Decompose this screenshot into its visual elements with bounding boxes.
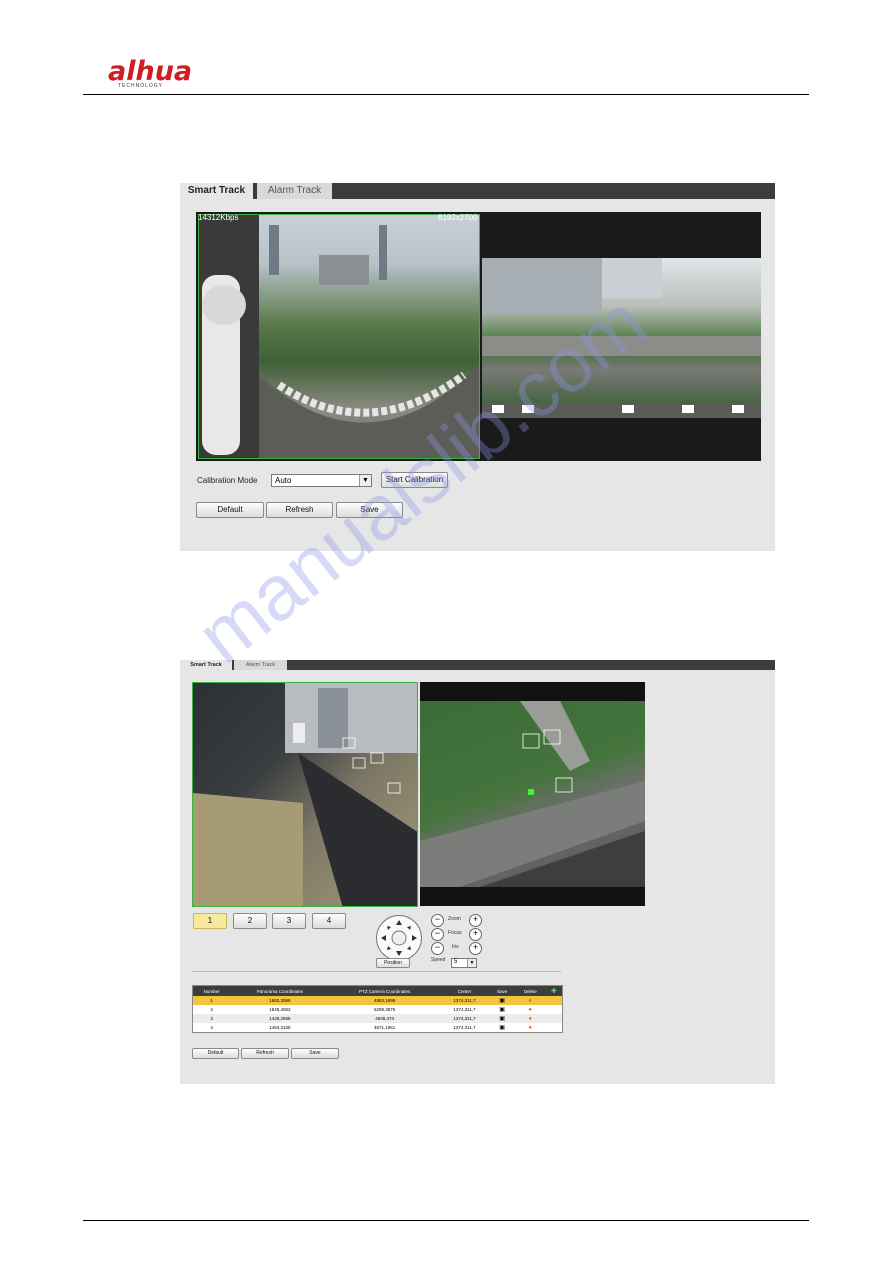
- row-ptz: 4938,473: [375, 1016, 395, 1021]
- row-ptz: 4671,1951: [374, 1025, 396, 1030]
- row-number: 2: [210, 1007, 213, 1012]
- tab-bar: Smart Track Alarm Track: [180, 660, 775, 670]
- refresh-button[interactable]: Refresh: [241, 1048, 289, 1059]
- row-center: 1374,311,7: [453, 998, 476, 1003]
- zoom-out-icon[interactable]: −: [431, 914, 444, 927]
- logo-subtitle: TECHNOLOGY: [118, 83, 164, 89]
- speed-select[interactable]: 5 ▼: [451, 958, 477, 968]
- header-divider: [83, 94, 809, 95]
- save-icon[interactable]: ▣: [489, 1005, 514, 1014]
- delete-icon[interactable]: ●: [515, 1005, 546, 1014]
- chevron-down-icon: ▼: [467, 959, 476, 967]
- calibration-mode-value: Auto: [275, 476, 292, 485]
- position-button[interactable]: Position: [376, 958, 410, 968]
- table-row[interactable]: 1 1683,3068 4953,1895 1374,311,7 ▣ ●: [193, 996, 562, 1005]
- zoom-in-icon[interactable]: +: [469, 914, 482, 927]
- col-number: Number: [203, 988, 220, 994]
- table-row[interactable]: 3 1429,2558 4938,473 1374,311,7 ▣ ●: [193, 1014, 562, 1023]
- ptz-scene: [420, 701, 645, 887]
- tab-smart-track[interactable]: Smart Track: [180, 183, 253, 199]
- row-number: 4: [210, 1025, 213, 1030]
- save-button[interactable]: Save: [291, 1048, 339, 1059]
- add-icon[interactable]: ✚: [546, 986, 562, 996]
- smart-track-panel-2: Smart Track Alarm Track 1 2 3 4 Position…: [180, 660, 775, 1084]
- scene-4-button[interactable]: 4: [312, 913, 346, 929]
- ptz-video[interactable]: [420, 682, 645, 906]
- row-panorama: 1845,4062: [269, 1007, 291, 1012]
- tab-bar: Smart Track Alarm Track: [180, 183, 775, 199]
- scene-1-button[interactable]: 1: [193, 913, 227, 929]
- row-center: 1374,311,7: [453, 1025, 476, 1030]
- iris-label: Iris: [452, 944, 459, 950]
- tab-alarm-track[interactable]: Alarm Track: [257, 183, 332, 199]
- row-center: 1374,311,7: [453, 1007, 476, 1012]
- ptz-direction-pad[interactable]: [376, 915, 422, 961]
- col-center: Center: [457, 988, 472, 994]
- save-icon[interactable]: ▣: [489, 1014, 514, 1023]
- footer-divider: [83, 1220, 809, 1221]
- resolution-label: 8192x2700: [438, 213, 478, 222]
- row-panorama: 1683,3068: [269, 998, 291, 1003]
- delete-icon[interactable]: ●: [515, 1014, 546, 1023]
- focus-near-icon[interactable]: −: [431, 928, 444, 941]
- calibration-mode-label: Calibration Mode: [197, 476, 258, 485]
- default-button[interactable]: Default: [192, 1048, 239, 1059]
- panorama-video[interactable]: [192, 682, 418, 907]
- table-row[interactable]: 2 1845,4062 5299,3875 1374,311,7 ▣ ●: [193, 1005, 562, 1014]
- default-button[interactable]: Default: [196, 502, 264, 518]
- row-panorama: 1453,3158: [269, 1025, 291, 1030]
- direction-arrows-icon: [381, 920, 417, 956]
- row-panorama: 1429,2558: [269, 1016, 291, 1021]
- coordinates-table: Number Panorama Coordinates PTZ Camera C…: [192, 985, 563, 1033]
- focus-far-icon[interactable]: +: [469, 928, 482, 941]
- col-delete: Delete: [523, 988, 537, 994]
- save-icon[interactable]: ▣: [489, 996, 514, 1005]
- ptz-image: [420, 701, 645, 887]
- scene-3-button[interactable]: 3: [272, 913, 306, 929]
- iris-close-icon[interactable]: −: [431, 942, 444, 955]
- row-number: 3: [210, 1016, 213, 1021]
- col-panorama: Panorama Coordinates: [256, 988, 304, 994]
- delete-icon[interactable]: ●: [515, 1023, 546, 1032]
- panorama-scene: [193, 683, 417, 906]
- row-number: 1: [210, 998, 213, 1003]
- table-row[interactable]: 4 1453,3158 4671,1951 1374,311,7 ▣ ●: [193, 1023, 562, 1032]
- delete-icon[interactable]: ●: [515, 996, 546, 1005]
- col-ptz: PTZ Camera Coordinates: [359, 988, 411, 994]
- row-center: 1374,311,7: [453, 1016, 476, 1021]
- scene-2-button[interactable]: 2: [233, 913, 267, 929]
- speed-value: 5: [454, 959, 458, 965]
- bitrate-label: 14312Kbps: [198, 213, 239, 222]
- row-ptz: 5299,3875: [374, 1007, 396, 1012]
- row-ptz: 4953,1895: [374, 998, 396, 1003]
- smart-track-panel-1: Smart Track Alarm Track 14312Kbps 8192x2…: [180, 183, 775, 551]
- focus-label: Focus: [448, 930, 462, 936]
- section-divider: [192, 971, 561, 972]
- zoom-label: Zoom: [448, 916, 461, 922]
- col-save: Save: [496, 988, 508, 994]
- save-icon[interactable]: ▣: [489, 1023, 514, 1032]
- iris-open-icon[interactable]: +: [469, 942, 482, 955]
- speed-label: Speed: [431, 957, 446, 963]
